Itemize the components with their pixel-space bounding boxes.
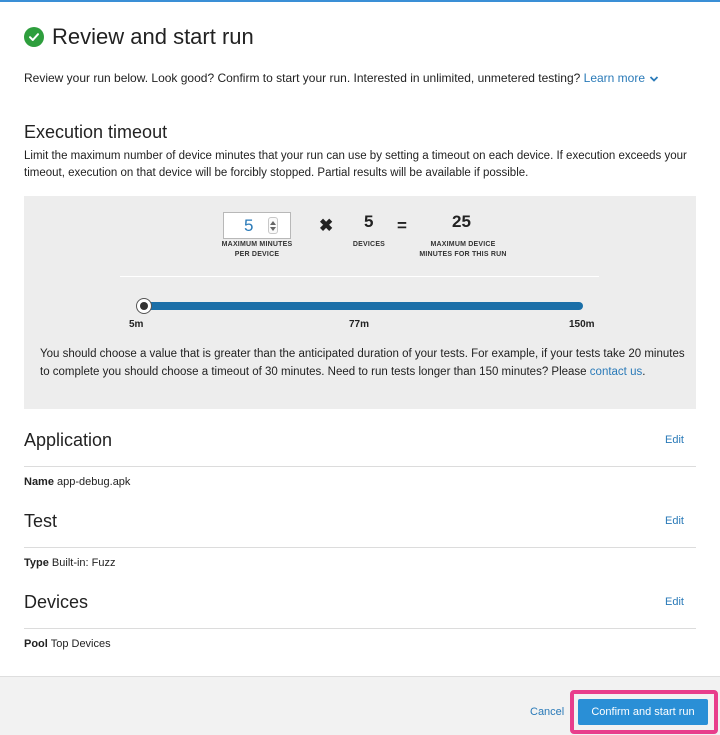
equals-icon: =	[397, 216, 407, 235]
stepper-up-icon[interactable]	[270, 221, 276, 225]
max-minutes-value: 5	[244, 216, 254, 235]
timeout-note-end: .	[642, 366, 646, 378]
test-type-detail: Type Built-in: Fuzz	[24, 557, 116, 569]
test-type-value: Built-in: Fuzz	[51, 557, 116, 569]
application-title: Application	[24, 430, 113, 450]
total-minutes-label: MAXIMUM DEVICE MINUTES FOR THIS RUN	[419, 241, 507, 258]
device-pool-key: Pool	[24, 638, 48, 650]
footer-bar: Cancel Confirm and start run	[0, 676, 720, 735]
intro-message: Review your run below. Look good? Confir…	[24, 71, 581, 85]
check-circle-icon	[24, 27, 44, 47]
times-icon: ✖	[319, 216, 334, 235]
timeout-note-text: You should choose a value that is greate…	[40, 348, 685, 378]
devices-title: Devices	[24, 592, 89, 612]
stepper-down-icon[interactable]	[270, 227, 276, 231]
timeout-slider-handle[interactable]	[136, 298, 152, 314]
cancel-button[interactable]: Cancel	[530, 706, 564, 718]
timeout-slider-track[interactable]	[142, 302, 583, 310]
execution-timeout-description: Limit the maximum number of device minut…	[24, 150, 687, 179]
devices-label: DEVICES	[352, 241, 386, 248]
application-name-value: app-debug.apk	[57, 476, 131, 488]
device-pool-detail: Pool Top Devices	[24, 638, 111, 650]
intro-text: Review your run below. Look good? Confir…	[24, 71, 659, 86]
confirm-and-start-run-button[interactable]: Confirm and start run	[578, 699, 708, 725]
edit-devices-link[interactable]: Edit	[665, 596, 684, 608]
contact-us-link[interactable]: contact us	[590, 366, 642, 378]
timeout-note: You should choose a value that is greate…	[40, 345, 690, 381]
page-header: Review and start run	[24, 24, 254, 50]
edit-test-link[interactable]: Edit	[665, 515, 684, 527]
divider	[120, 276, 599, 277]
slider-min-label: 5m	[129, 319, 144, 330]
slider-max-label: 150m	[569, 319, 595, 330]
chevron-down-icon	[649, 72, 659, 86]
page-title: Review and start run	[52, 24, 254, 49]
learn-more-label: Learn more	[583, 71, 646, 85]
test-type-key: Type	[24, 557, 49, 569]
total-device-minutes: 25	[452, 212, 471, 231]
minutes-stepper[interactable]	[268, 217, 278, 234]
test-section-header: Test Edit	[24, 511, 696, 548]
execution-timeout-title: Execution timeout	[24, 122, 168, 142]
devices-section-header: Devices Edit	[24, 592, 696, 629]
timeout-panel: 5 MAXIMUM MINUTES PER DEVICE ✖ 5 DEVICES…	[24, 196, 696, 409]
max-minutes-label: MAXIMUM MINUTES PER DEVICE	[221, 241, 293, 258]
slider-mid-label: 77m	[349, 319, 370, 330]
devices-count: 5	[364, 212, 374, 231]
top-border	[0, 0, 720, 2]
max-minutes-input[interactable]: 5	[223, 212, 291, 239]
test-title: Test	[24, 511, 58, 531]
learn-more-link[interactable]: Learn more	[584, 71, 659, 85]
edit-application-link[interactable]: Edit	[665, 434, 684, 446]
application-name-key: Name	[24, 476, 54, 488]
device-pool-value: Top Devices	[50, 638, 111, 650]
application-name-detail: Name app-debug.apk	[24, 476, 130, 488]
application-section-header: Application Edit	[24, 430, 696, 467]
